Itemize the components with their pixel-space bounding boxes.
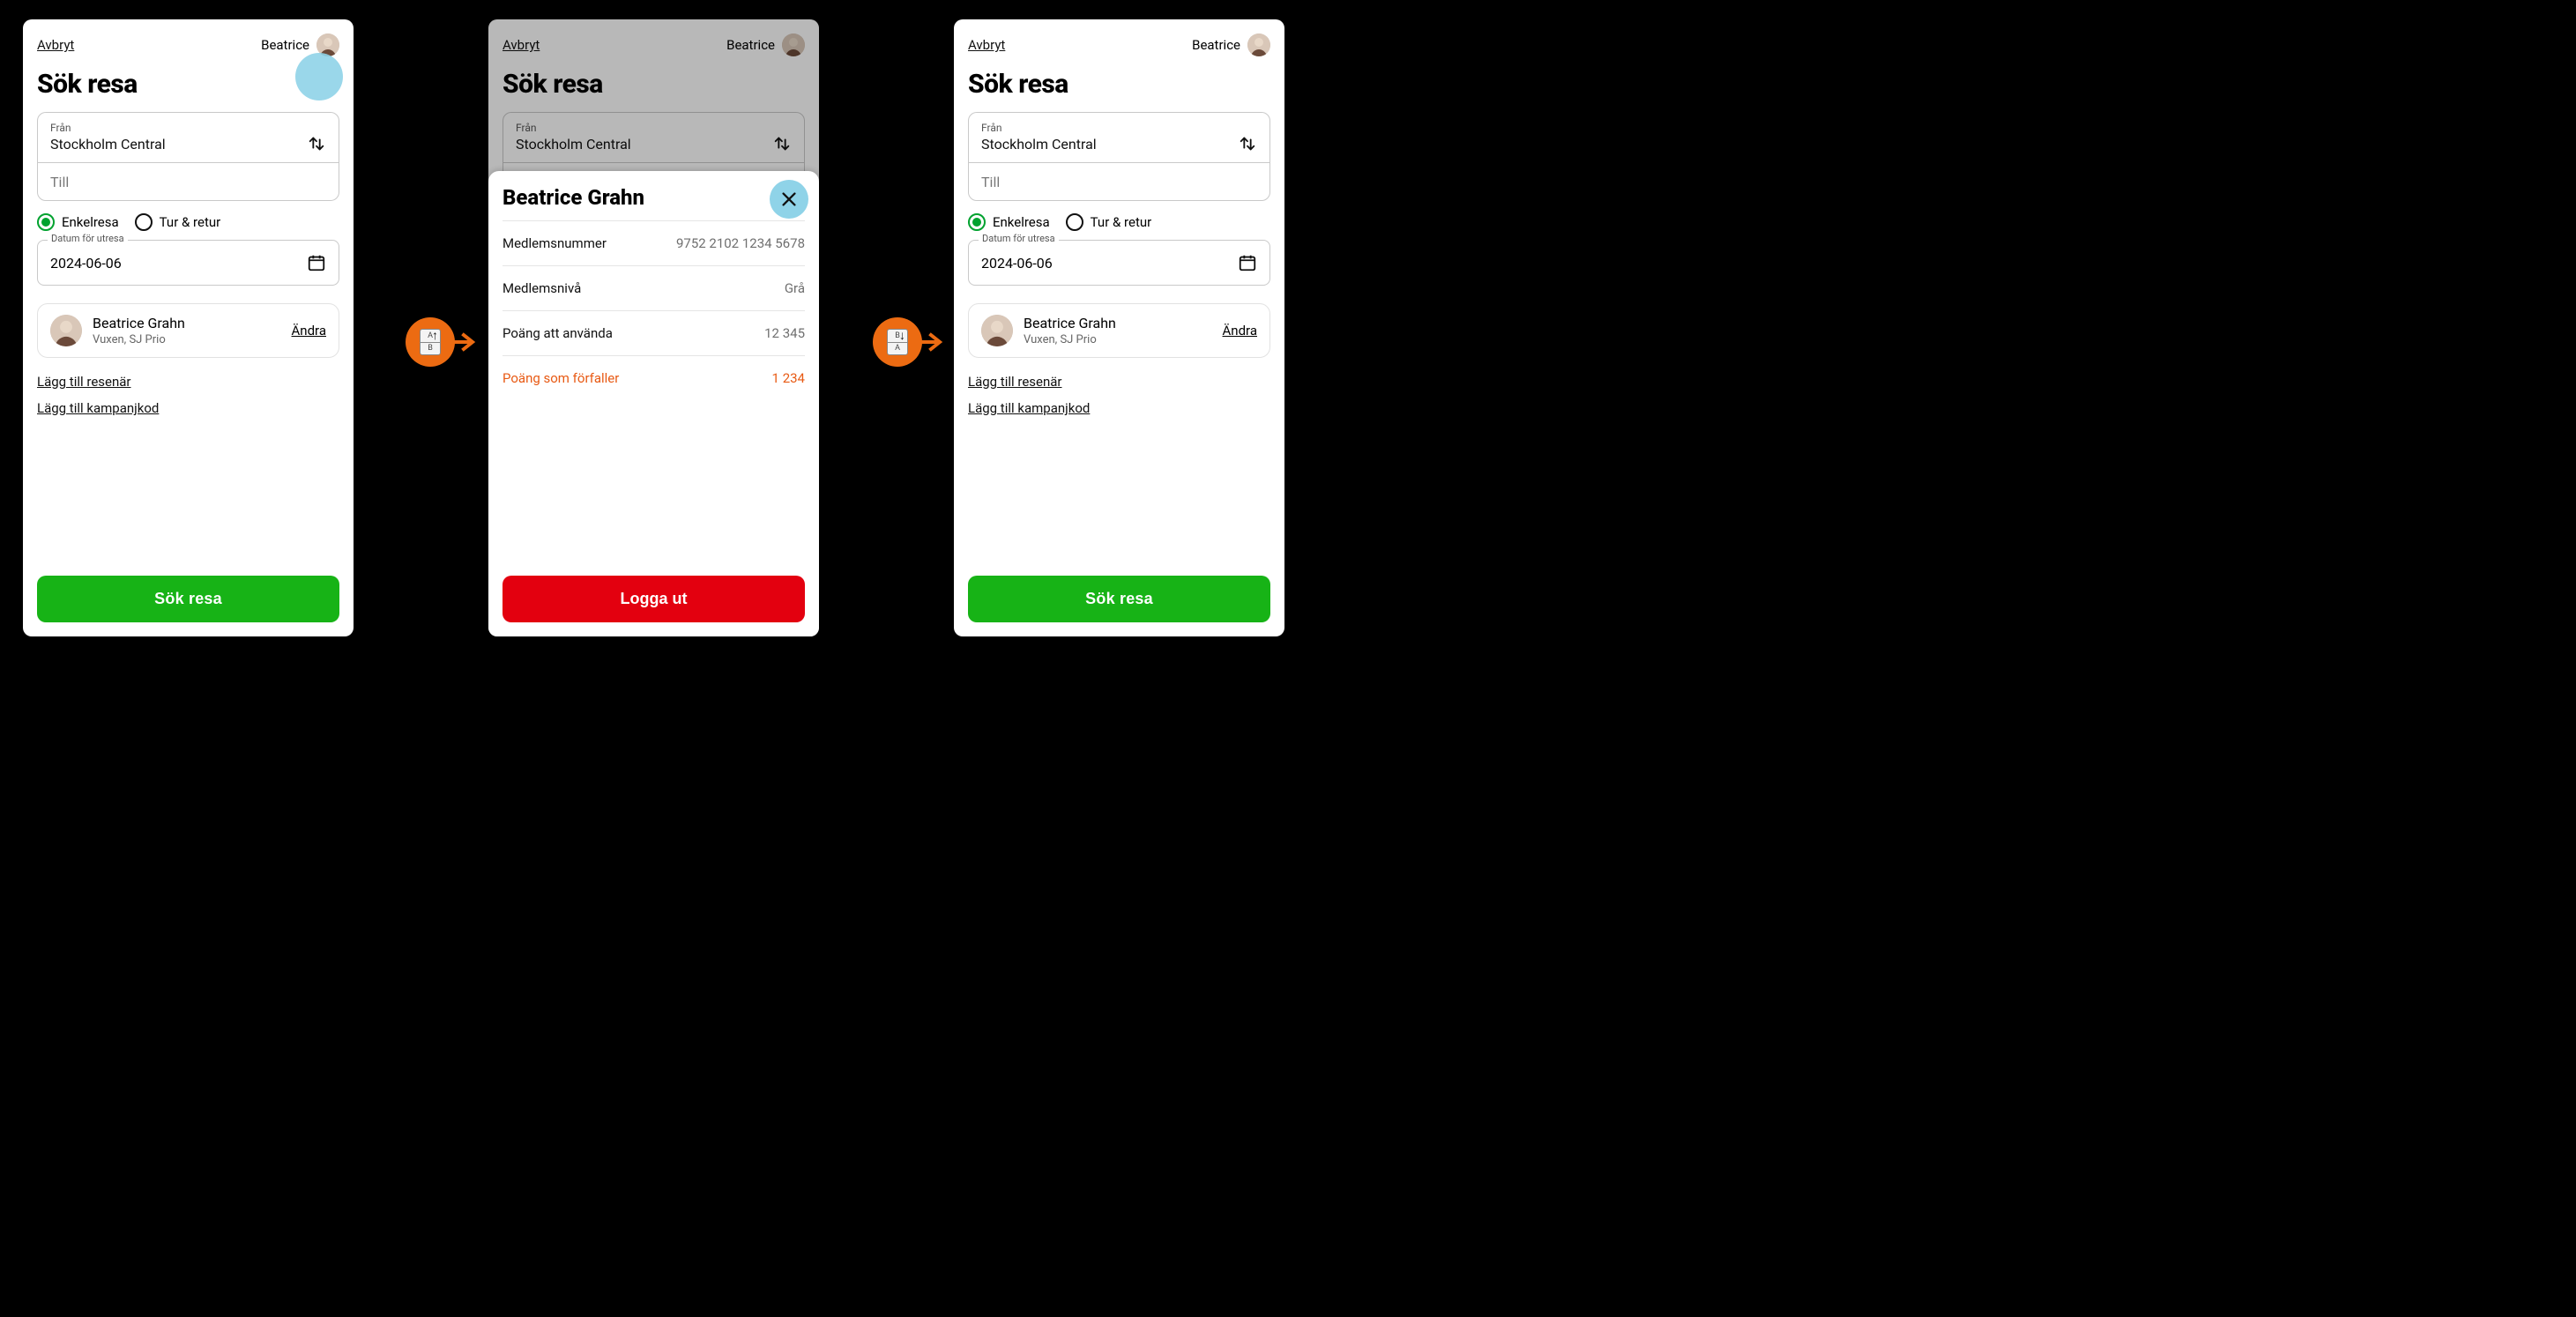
sheet-rows: Medlemsnummer 9752 2102 1234 5678 Medlem…	[503, 220, 805, 400]
user-name: Beatrice	[1192, 37, 1240, 53]
arrow-right-icon	[917, 331, 943, 353]
from-label: Från	[50, 122, 326, 134]
swap-button[interactable]	[303, 130, 330, 157]
sheet-title: Beatrice Grahn	[503, 185, 644, 210]
row-member-number: Medlemsnummer 9752 2102 1234 5678	[503, 220, 805, 265]
row-key: Medlemsnummer	[503, 235, 607, 251]
add-traveler-link[interactable]: Lägg till resenär	[968, 374, 1270, 390]
row-value: 1 234	[772, 370, 805, 386]
swap-icon	[307, 134, 326, 153]
search-screen-initial: Avbryt Beatrice Sök resa Från Stockholm …	[23, 19, 354, 636]
row-key: Medlemsnivå	[503, 280, 581, 296]
radio-return[interactable]: Tur & retur	[135, 213, 221, 231]
swap-icon	[1238, 134, 1257, 153]
swap-button[interactable]	[1234, 130, 1261, 157]
transition-badge-open: A B ↑	[406, 310, 469, 374]
row-points-available: Poäng att använda 12 345	[503, 310, 805, 355]
row-points-expiring: Poäng som förfaller 1 234	[503, 355, 805, 400]
page-title: Sök resa	[37, 69, 339, 100]
date-label: Datum för utresa	[48, 233, 128, 244]
traveler-name: Beatrice Grahn	[1024, 315, 1212, 331]
row-value: 9752 2102 1234 5678	[676, 235, 805, 251]
change-traveler-link[interactable]: Ändra	[292, 323, 326, 339]
traveler-avatar	[50, 315, 82, 346]
traveler-card: Beatrice Grahn Vuxen, SJ Prio Ändra	[37, 303, 339, 358]
date-field[interactable]: Datum för utresa 2024-06-06	[968, 240, 1270, 286]
tap-highlight	[770, 180, 808, 219]
user-name: Beatrice	[261, 37, 309, 53]
origin-destination-box: Från Stockholm Central Till	[37, 112, 339, 201]
add-traveler-link[interactable]: Lägg till resenär	[37, 374, 339, 390]
row-key: Poäng att använda	[503, 325, 613, 341]
cancel-link[interactable]: Avbryt	[37, 37, 74, 53]
row-member-level: Medlemsnivå Grå	[503, 265, 805, 310]
search-screen-with-sheet: Avbryt Beatrice Sök resa Från Stockholm …	[488, 19, 819, 636]
from-value: Stockholm Central	[981, 136, 1257, 153]
trip-type-group: Enkelresa Tur & retur	[968, 213, 1270, 231]
to-label: Till	[50, 174, 326, 191]
to-label: Till	[981, 174, 1257, 191]
trip-type-group: Enkelresa Tur & retur	[37, 213, 339, 231]
arrow-up-icon: ↑	[432, 328, 438, 343]
cancel-link[interactable]: Avbryt	[968, 37, 1005, 53]
from-label: Från	[981, 122, 1257, 134]
calendar-icon	[307, 253, 326, 272]
add-promo-link[interactable]: Lägg till kampanjkod	[968, 400, 1270, 416]
traveler-name: Beatrice Grahn	[93, 315, 281, 331]
close-button[interactable]	[777, 187, 801, 212]
top-bar: Avbryt Beatrice	[37, 33, 339, 56]
radio-single-label: Enkelresa	[62, 214, 119, 230]
from-field[interactable]: Från Stockholm Central	[38, 113, 339, 162]
user-chip[interactable]: Beatrice	[261, 33, 339, 56]
from-value: Stockholm Central	[50, 136, 326, 153]
logout-button[interactable]: Logga ut	[503, 576, 805, 622]
traveler-avatar	[981, 315, 1013, 346]
radio-single-label: Enkelresa	[993, 214, 1050, 230]
profile-sheet: Beatrice Grahn Medlemsnummer 9752 2102 1…	[488, 171, 819, 636]
traveler-sub: Vuxen, SJ Prio	[1024, 333, 1212, 346]
search-button[interactable]: Sök resa	[37, 576, 339, 622]
traveler-sub: Vuxen, SJ Prio	[93, 333, 281, 346]
change-traveler-link[interactable]: Ändra	[1223, 323, 1257, 339]
radio-single[interactable]: Enkelresa	[37, 213, 119, 231]
to-field[interactable]: Till	[969, 162, 1269, 200]
radio-return-label: Tur & retur	[160, 214, 221, 230]
date-label: Datum för utresa	[979, 233, 1059, 244]
top-bar: Avbryt Beatrice	[968, 33, 1270, 56]
arrow-down-icon: ↓	[899, 328, 905, 343]
search-button[interactable]: Sök resa	[968, 576, 1270, 622]
origin-destination-box: Från Stockholm Central Till	[968, 112, 1270, 201]
date-field[interactable]: Datum för utresa 2024-06-06	[37, 240, 339, 286]
transition-badge-close: B A ↓	[873, 310, 936, 374]
from-field[interactable]: Från Stockholm Central	[969, 113, 1269, 162]
card-bottom-letter: A	[888, 342, 907, 355]
extra-links: Lägg till resenär Lägg till kampanjkod	[968, 374, 1270, 416]
extra-links: Lägg till resenär Lägg till kampanjkod	[37, 374, 339, 416]
close-icon	[779, 190, 799, 209]
row-value: Grå	[785, 280, 805, 296]
tap-highlight	[295, 53, 343, 100]
date-value: 2024-06-06	[981, 255, 1053, 272]
add-promo-link[interactable]: Lägg till kampanjkod	[37, 400, 339, 416]
radio-return-label: Tur & retur	[1091, 214, 1152, 230]
to-field[interactable]: Till	[38, 162, 339, 200]
user-chip[interactable]: Beatrice	[1192, 33, 1270, 56]
date-value: 2024-06-06	[50, 255, 122, 272]
card-bottom-letter: B	[421, 342, 440, 355]
row-value: 12 345	[764, 325, 805, 341]
avatar	[1247, 33, 1270, 56]
page-title: Sök resa	[968, 69, 1270, 100]
search-screen-final: Avbryt Beatrice Sök resa Från Stockholm …	[954, 19, 1284, 636]
arrow-right-icon	[450, 331, 476, 353]
radio-single[interactable]: Enkelresa	[968, 213, 1050, 231]
traveler-card: Beatrice Grahn Vuxen, SJ Prio Ändra	[968, 303, 1270, 358]
radio-return[interactable]: Tur & retur	[1066, 213, 1152, 231]
row-key: Poäng som förfaller	[503, 370, 619, 386]
calendar-icon	[1238, 253, 1257, 272]
